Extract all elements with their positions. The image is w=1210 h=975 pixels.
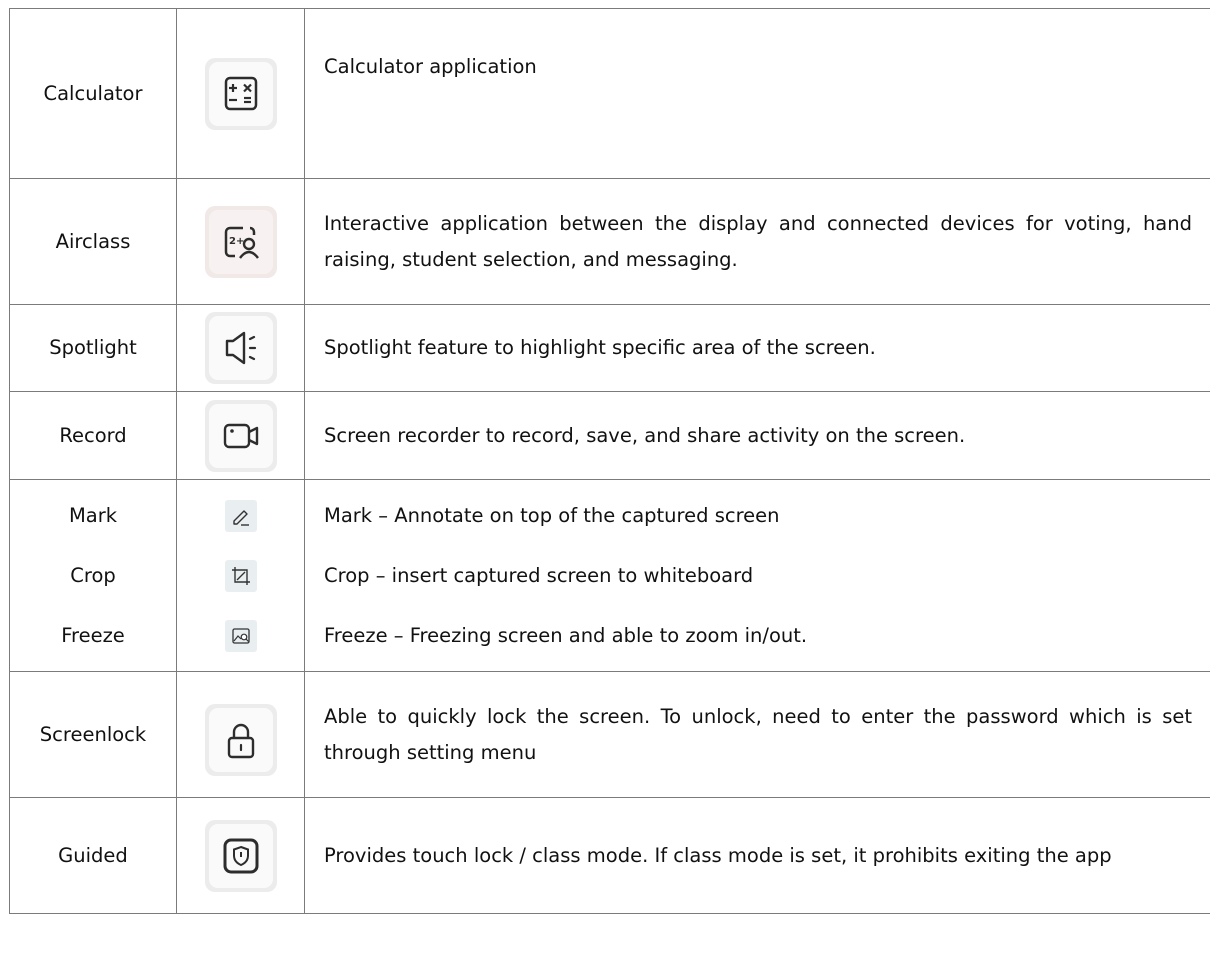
feature-description: Provides touch lock / class mode. If cla… (304, 797, 1210, 914)
feature-name: Mark (68, 503, 118, 527)
table-row: Spotlight Spotlight feature to highlight… (9, 304, 1210, 392)
feature-name: Spotlight (9, 304, 177, 392)
table-row: Screenlock Able to quickly lock the scre… (9, 671, 1210, 798)
feature-name: Guided (9, 797, 177, 914)
padlock-icon (204, 703, 277, 776)
features-table: Calculator Calculator application Aircla… (9, 8, 1210, 914)
table-row: Mark Crop Freeze Mark – Annotate on top … (9, 479, 1210, 672)
spotlight-icon (204, 312, 277, 384)
feature-name: Calculator (9, 8, 177, 179)
feature-name: Airclass (9, 178, 177, 305)
crop-icon (224, 559, 257, 592)
airclass-icon: 2+ (204, 205, 277, 278)
feature-description: Interactive application between the disp… (304, 178, 1210, 305)
svg-text:2+: 2+ (229, 236, 244, 247)
feature-description: Able to quickly lock the screen. To unlo… (304, 671, 1210, 798)
table-row: Airclass 2+ Interactive application betw… (9, 178, 1210, 305)
feature-description: Crop – insert captured screen to whitebo… (324, 563, 754, 587)
feature-description: Spotlight feature to highlight specific … (304, 304, 1210, 392)
feature-description: Freeze – Freezing screen and able to zoo… (324, 623, 808, 647)
video-camera-icon (204, 399, 277, 472)
feature-name: Record (9, 391, 177, 480)
calculator-icon (204, 57, 277, 130)
table-row: Guided Provides touch lock / class mode.… (9, 797, 1210, 914)
table-row: Calculator Calculator application (9, 8, 1210, 179)
feature-description: Screen recorder to record, save, and sha… (304, 391, 1210, 480)
feature-description: Mark – Annotate on top of the captured s… (324, 503, 780, 527)
feature-name: Screenlock (9, 671, 177, 798)
table-row: Record Screen recorder to record, save, … (9, 391, 1210, 480)
shield-icon (204, 819, 277, 892)
freeze-image-icon (224, 619, 257, 652)
feature-description: Calculator application (304, 8, 1210, 179)
feature-name: Crop (70, 563, 116, 587)
pen-icon (224, 499, 257, 532)
feature-name: Freeze (61, 623, 125, 647)
